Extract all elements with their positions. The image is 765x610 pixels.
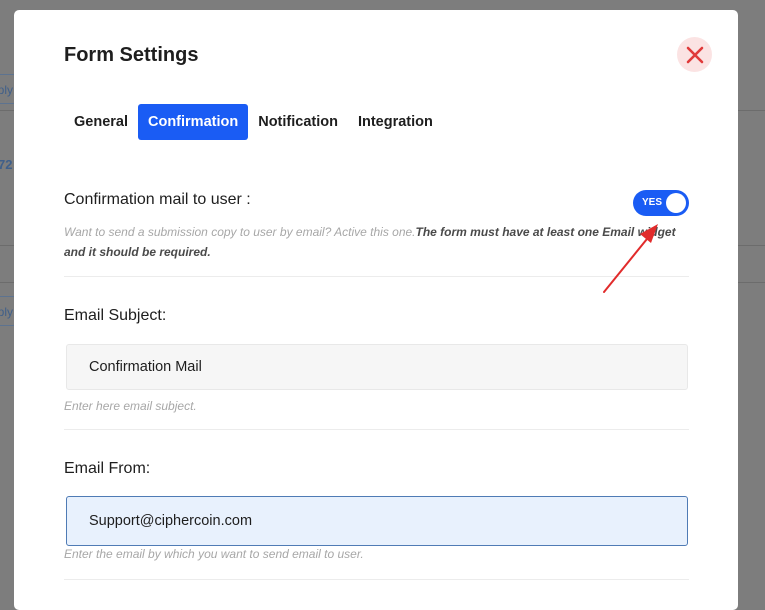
- section-divider: [64, 579, 689, 580]
- modal-title: Form Settings: [64, 44, 199, 66]
- tab-general[interactable]: General: [64, 104, 138, 140]
- email-subject-input[interactable]: [66, 344, 688, 390]
- email-from-label: Email From:: [64, 460, 151, 477]
- section-divider: [64, 276, 689, 277]
- settings-tabs: General Confirmation Notification Integr…: [64, 104, 443, 140]
- confirmation-mail-hint-text: Want to send a submission copy to user b…: [64, 225, 416, 239]
- email-subject-hint: Enter here email subject.: [64, 399, 197, 413]
- form-settings-modal: Form Settings General Confirmation Notif…: [14, 10, 738, 610]
- confirmation-mail-label: Confirmation mail to user :: [64, 191, 251, 208]
- tab-notification[interactable]: Notification: [248, 104, 348, 140]
- background-text: 72: [0, 157, 13, 172]
- email-from-input[interactable]: [66, 496, 688, 546]
- confirmation-mail-toggle[interactable]: YES: [633, 190, 689, 216]
- section-divider: [64, 429, 689, 430]
- toggle-state-label: YES: [642, 197, 663, 208]
- tab-confirmation[interactable]: Confirmation: [138, 104, 249, 140]
- email-from-hint: Enter the email by which you want to sen…: [64, 547, 364, 561]
- close-icon: [686, 46, 703, 63]
- email-subject-label: Email Subject:: [64, 307, 167, 324]
- close-button[interactable]: [677, 37, 712, 72]
- toggle-knob: [666, 193, 686, 213]
- confirmation-mail-hint: Want to send a submission copy to user b…: [64, 222, 684, 262]
- tab-integration[interactable]: Integration: [348, 104, 443, 140]
